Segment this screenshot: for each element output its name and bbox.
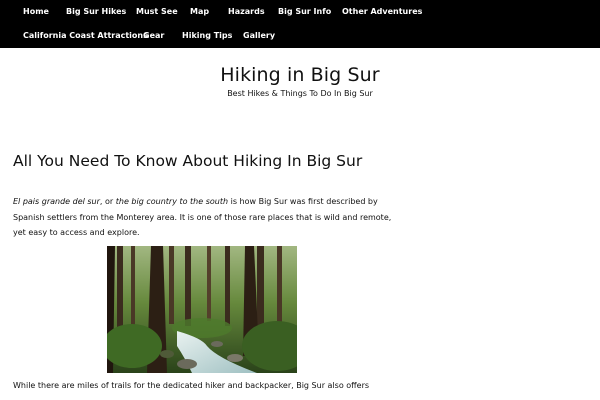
nav-hiking-tips[interactable]: Hiking Tips [182,31,232,40]
forest-creek-image [107,246,297,373]
nav-home[interactable]: Home [23,7,49,16]
nav-gear[interactable]: Gear [143,31,164,40]
top-navigation: Home Big Sur Hikes Must See Map Hazards … [0,0,600,48]
intro-emphasis-spanish: El pais grande del sur [13,197,100,206]
intro-paragraph: El pais grande del sur, or the big count… [13,194,398,241]
body-paragraph: While there are miles of trails for the … [13,381,370,390]
nav-big-sur-hikes[interactable]: Big Sur Hikes [66,7,126,16]
site-tagline: Best Hikes & Things To Do In Big Sur [227,89,373,98]
nav-hazards[interactable]: Hazards [228,7,265,16]
nav-must-see[interactable]: Must See [136,7,178,16]
nav-california-coast-attractions[interactable]: California Coast Attractions [23,31,148,40]
nav-big-sur-info[interactable]: Big Sur Info [278,7,331,16]
intro-emphasis-english: the big country to the south [115,197,229,206]
page-title: All You Need To Know About Hiking In Big… [13,152,363,170]
nav-other-adventures[interactable]: Other Adventures [342,7,422,16]
site-title[interactable]: Hiking in Big Sur [0,64,600,86]
intro-connector: , or [99,197,116,206]
nav-gallery[interactable]: Gallery [243,31,275,40]
nav-map[interactable]: Map [190,7,209,16]
